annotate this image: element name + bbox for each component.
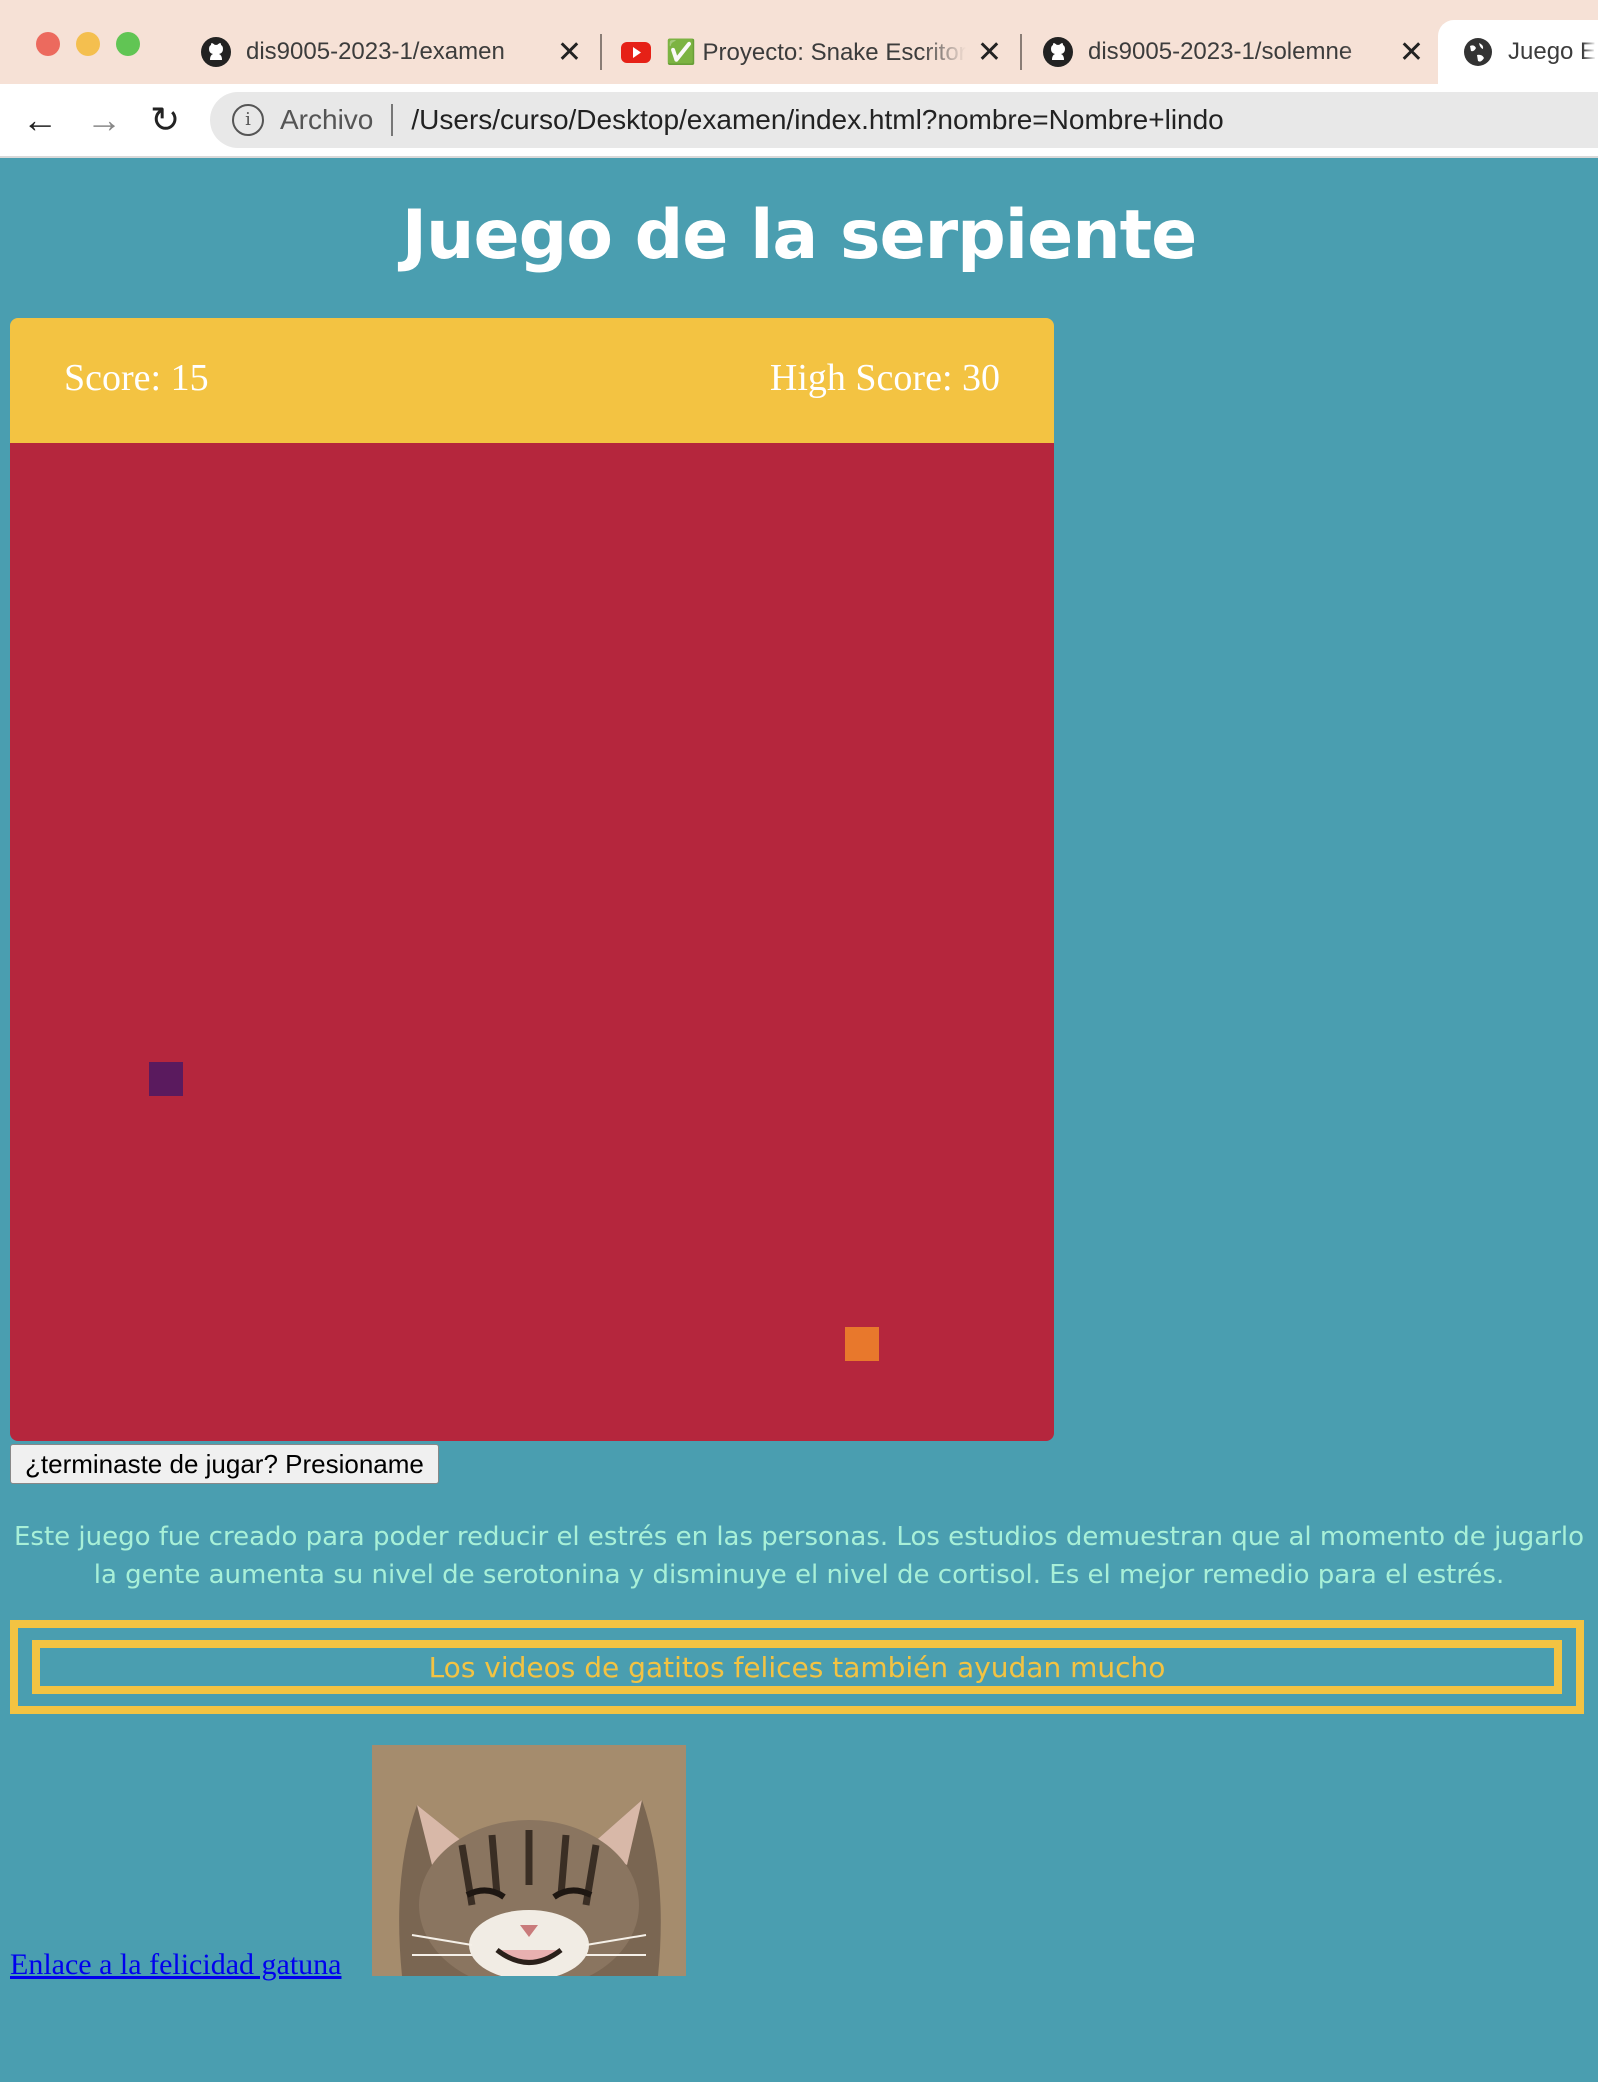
tab-title: dis9005-2023-1/examen [246,38,505,65]
info-icon[interactable]: i [232,104,264,136]
tab-github-examen[interactable]: dis9005-2023-1/examen ✕ [200,20,590,84]
tab-github-solemne[interactable]: dis9005-2023-1/solemne ✕ [1042,20,1432,84]
banner-text: Los videos de gatitos felices también ay… [32,1640,1562,1694]
tab-juego-active[interactable]: Juego E [1438,20,1598,84]
minimize-window-button[interactable] [76,32,100,56]
tab-title: Juego E [1508,38,1597,65]
tab-separator [600,34,602,70]
github-icon [201,37,231,67]
zoom-window-button[interactable] [116,32,140,56]
food-item [845,1327,879,1361]
high-score-label: High Score: 30 [769,357,1000,399]
tab-title: ✅ Proyecto: Snake Escritorio [666,38,966,66]
address-security-label: Archivo [280,104,374,135]
close-icon[interactable]: ✕ [977,35,1002,70]
game-board[interactable] [10,443,1054,1441]
tab-youtube-proyecto[interactable]: ✅ Proyecto: Snake Escritorio ✕ [620,20,1010,84]
address-bar[interactable]: i Archivo /Users/curso/Desktop/examen/in… [210,92,1598,148]
back-arrow-icon[interactable]: ← [22,102,58,138]
youtube-icon [621,42,651,63]
score-label: Score: 15 [64,357,209,399]
browser-toolbar: ← → ↻ i Archivo /Users/curso/Desktop/exa… [0,84,1598,158]
close-icon[interactable]: ✕ [1399,35,1424,70]
finish-game-button[interactable]: ¿terminaste de jugar? Presioname [10,1444,439,1484]
forward-arrow-icon[interactable]: → [86,102,122,138]
description-text: Este juego fue creado para poder reducir… [13,1522,1585,1590]
tab-title: dis9005-2023-1/solemne [1088,38,1353,65]
globe-icon [1464,38,1492,66]
kitten-image[interactable] [372,1745,686,1976]
score-bar: Score: 15 High Score: 30 [10,318,1054,443]
browser-tab-bar: dis9005-2023-1/examen ✕ ✅ Proyecto: Snak… [0,0,1598,84]
banner-frame: Los videos de gatitos felices también ay… [10,1620,1584,1714]
github-icon [1043,37,1073,67]
snake-game: Score: 15 High Score: 30 [10,318,1054,1441]
address-separator [391,104,394,136]
snake-head [149,1062,183,1096]
address-url[interactable]: /Users/curso/Desktop/examen/index.html?n… [411,104,1223,136]
cat-happiness-link[interactable]: Enlace a la felicidad gatuna [10,1948,341,1982]
reload-icon[interactable]: ↻ [150,102,180,138]
tab-separator [1020,34,1022,70]
close-icon[interactable]: ✕ [557,35,582,70]
page-title: Juego de la serpiente [401,196,1198,275]
close-window-button[interactable] [36,32,60,56]
